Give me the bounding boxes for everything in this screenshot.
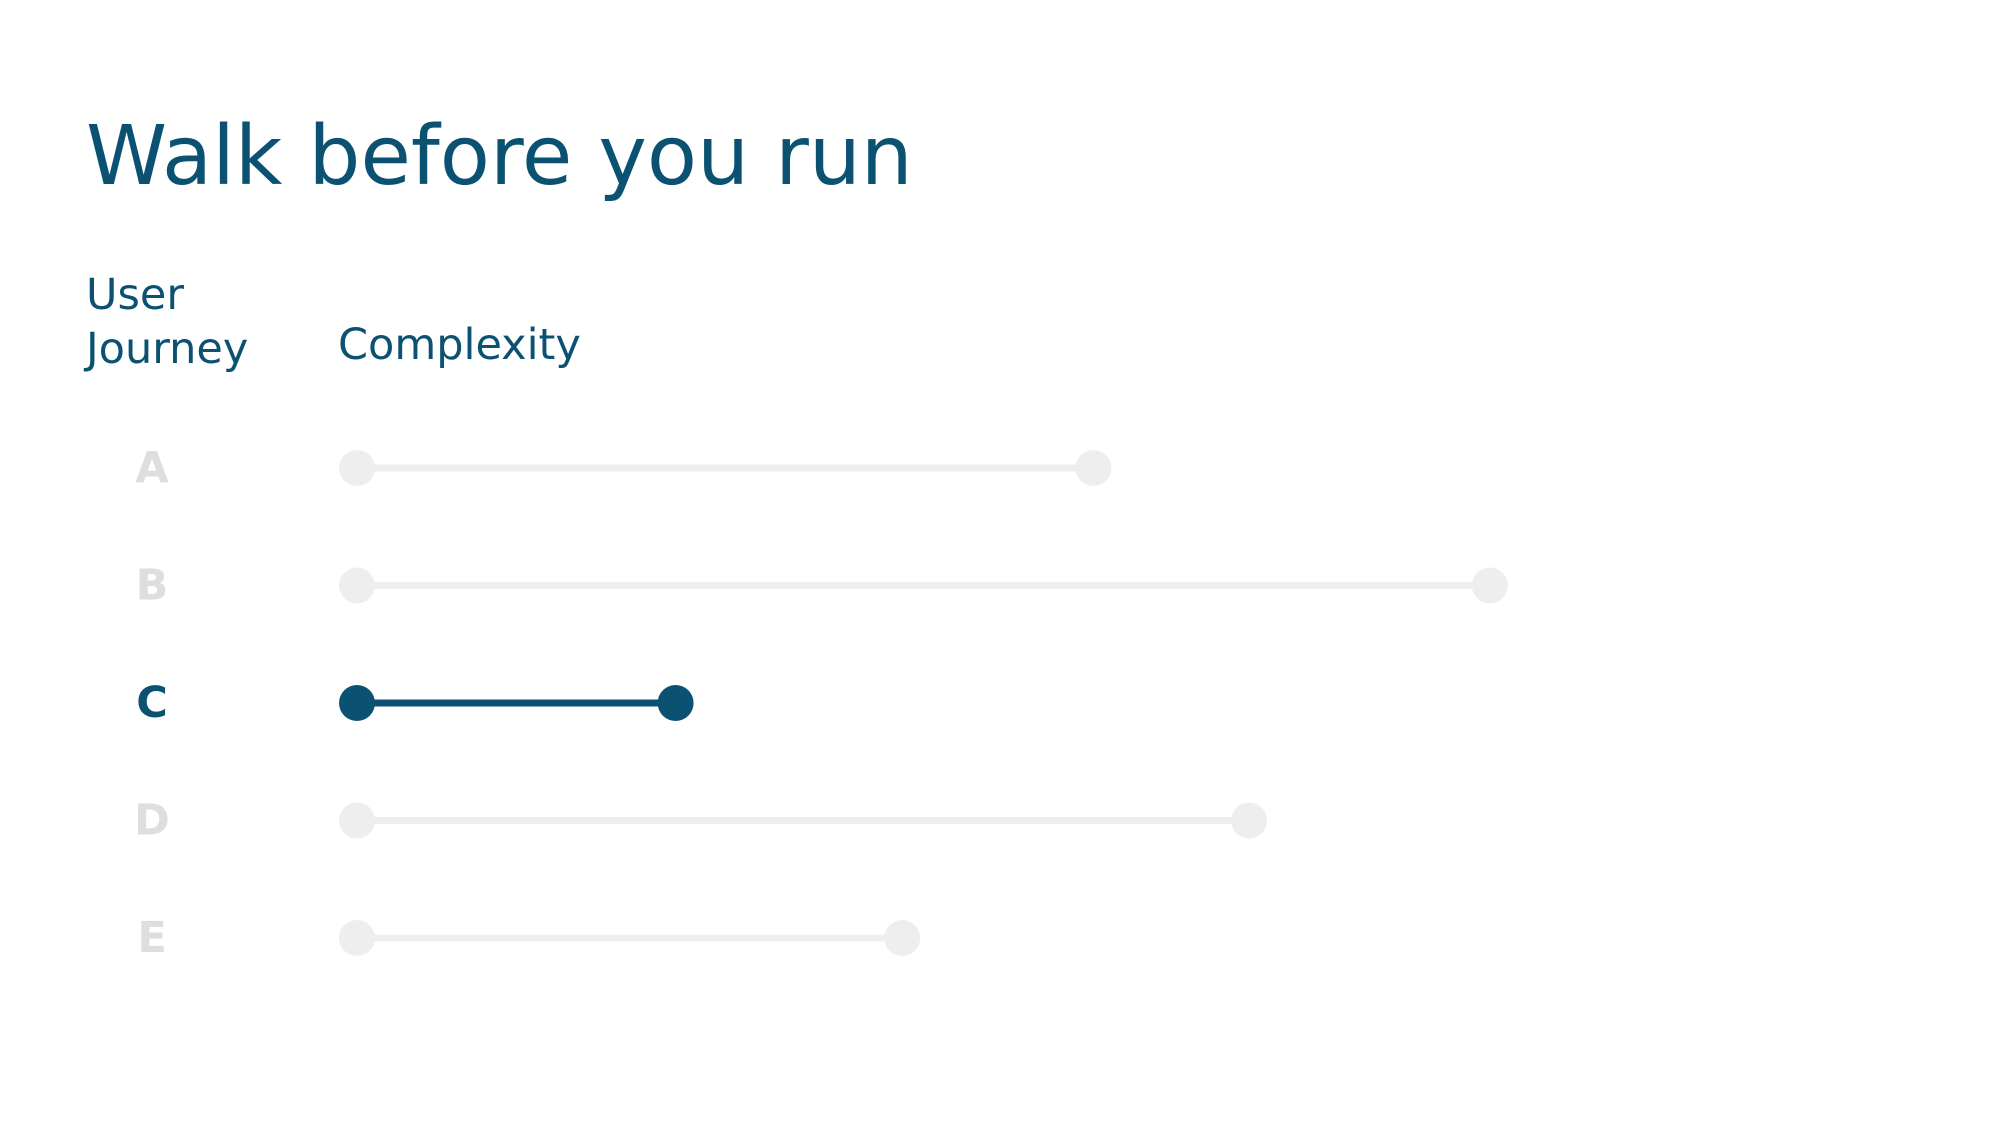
start-dot-c: [339, 685, 375, 721]
start-dot-d: [339, 802, 375, 839]
end-dot-b: [1471, 567, 1508, 604]
end-dot-a: [1075, 450, 1112, 486]
row-label-e: E: [137, 913, 166, 963]
start-dot-a: [339, 450, 375, 486]
row-label-b: B: [136, 561, 169, 611]
end-dot-e: [884, 920, 921, 956]
complexity-dumbbell-chart: A B C D E: [134, 443, 1508, 963]
start-dot-e: [339, 920, 375, 956]
row-label-d: D: [134, 796, 170, 846]
end-dot-c: [657, 685, 694, 721]
start-dot-b: [339, 567, 375, 604]
row-label-a: A: [135, 443, 169, 493]
end-dot-d: [1231, 802, 1268, 839]
row-label-c: C: [136, 678, 168, 728]
